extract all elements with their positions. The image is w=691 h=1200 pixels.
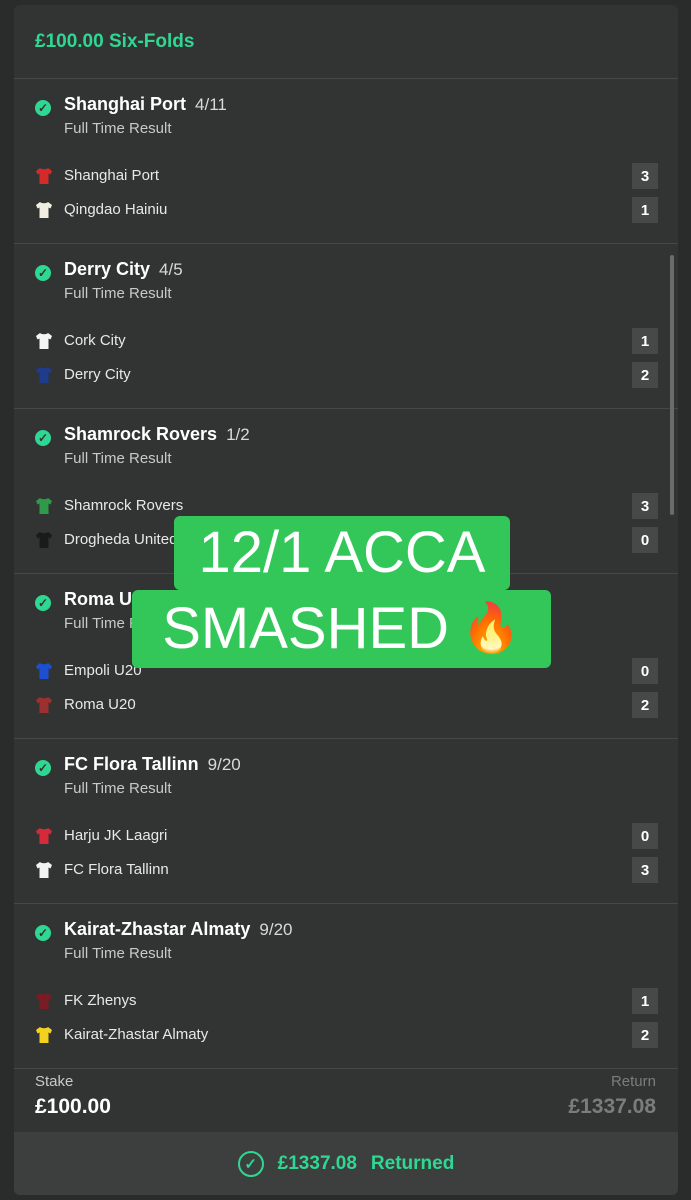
overlay-text-1: 12/1 ACCA — [198, 520, 486, 585]
team-score: 0 — [632, 527, 658, 553]
selection-odds: 9/20 — [259, 920, 293, 939]
team-name: Derry City — [64, 366, 131, 383]
team-score: 3 — [632, 493, 658, 519]
selection-name: FC Flora Tallinn 9/20 — [64, 754, 241, 775]
team-score: 2 — [632, 692, 658, 718]
team-name: Shamrock Rovers — [64, 497, 184, 514]
selection-odds: 1/2 — [226, 425, 250, 444]
team-name: Drogheda United — [64, 531, 178, 548]
bet-header[interactable]: £100.00 Six-Folds — [14, 5, 678, 79]
selection-market: Full Time Result — [64, 780, 172, 797]
selection[interactable]: ✓ Shanghai Port 4/11 Full Time Result Sha… — [14, 79, 678, 244]
team-shirt-icon — [36, 663, 52, 679]
returned-label: Returned — [370, 1152, 455, 1174]
team-name: Harju JK Laagri — [64, 827, 168, 844]
team-shirt-icon — [36, 498, 52, 514]
selection-market: Full Time Result — [64, 120, 172, 137]
team-name: FC Flora Tallinn — [64, 861, 169, 878]
selection-pick: Shanghai Port — [64, 94, 187, 114]
selection-name: Kairat-Zhastar Almaty 9/20 — [64, 919, 292, 940]
check-icon: ✓ — [35, 760, 51, 776]
stake-value: £100.00 — [35, 1095, 111, 1118]
check-icon: ✓ — [35, 925, 51, 941]
selection-market: Full Time Result — [64, 285, 172, 302]
team-name: Roma U20 — [64, 696, 136, 713]
team-shirt-icon — [36, 168, 52, 184]
team-row: Shanghai Port 3 — [34, 163, 658, 189]
check-icon: ✓ — [35, 100, 51, 116]
selection-name: Derry City 4/5 — [64, 259, 183, 280]
team-shirt-icon — [36, 862, 52, 878]
selection-pick: Kairat-Zhastar Almaty — [64, 919, 251, 939]
team-shirt-icon — [36, 202, 52, 218]
team-name: Cork City — [64, 332, 126, 349]
team-score: 3 — [632, 857, 658, 883]
selection-pick: Derry City — [64, 259, 151, 279]
team-shirt-icon — [36, 828, 52, 844]
team-shirt-icon — [36, 993, 52, 1009]
return-label: Return — [610, 1073, 656, 1090]
selection[interactable]: ✓ FC Flora Tallinn 9/20 Full Time Result … — [14, 739, 678, 904]
team-score: 1 — [632, 197, 658, 223]
team-row: Derry City 2 — [34, 362, 658, 388]
check-circle-icon: ✓ — [237, 1150, 264, 1177]
stake-label: Stake — [35, 1073, 74, 1090]
team-shirt-icon — [36, 1027, 52, 1043]
returned-status-bar: ✓ £1337.08 Returned — [14, 1132, 678, 1195]
stake-return-summary: Stake £100.00 Return £1337.08 — [14, 1068, 678, 1128]
team-row: FK Zhenys 1 — [34, 988, 658, 1014]
check-icon: ✓ — [35, 430, 51, 446]
team-row: Cork City 1 — [34, 328, 658, 354]
check-icon: ✓ — [35, 595, 51, 611]
returned-amount: £1337.08 — [277, 1152, 357, 1174]
team-row: Qingdao Hainiu 1 — [34, 197, 658, 223]
team-score: 3 — [632, 163, 658, 189]
selection-pick: FC Flora Tallinn — [64, 754, 199, 774]
selection[interactable]: ✓ Derry City 4/5 Full Time Result Cork Ci… — [14, 244, 678, 409]
team-name: Kairat-Zhastar Almaty — [64, 1026, 209, 1043]
overlay-caption-line1: 12/1 ACCA — [174, 516, 510, 590]
team-score: 2 — [632, 1022, 658, 1048]
overlay-text-2: SMASHED — [162, 596, 450, 661]
team-row: Roma U20 2 — [34, 692, 658, 718]
selection-odds: 4/5 — [159, 260, 183, 279]
team-score: 1 — [632, 328, 658, 354]
check-icon: ✓ — [35, 265, 51, 281]
fire-icon: 🔥 — [461, 602, 521, 655]
selection-odds: 4/11 — [195, 95, 227, 114]
team-name: Qingdao Hainiu — [64, 201, 168, 218]
team-shirt-icon — [36, 532, 52, 548]
team-row: Kairat-Zhastar Almaty 2 — [34, 1022, 658, 1048]
selection-odds: 9/20 — [207, 755, 241, 774]
bet-title: £100.00 Six-Folds — [35, 30, 195, 52]
team-score: 1 — [632, 988, 658, 1014]
selection-name: Shamrock Rovers 1/2 — [64, 424, 250, 445]
team-name: FK Zhenys — [64, 992, 137, 1009]
selection-name: Shanghai Port 4/11 — [64, 94, 227, 115]
team-score: 2 — [632, 362, 658, 388]
team-score: 0 — [632, 658, 658, 684]
team-shirt-icon — [36, 697, 52, 713]
team-row: FC Flora Tallinn 3 — [34, 857, 658, 883]
team-shirt-icon — [36, 367, 52, 383]
selection-market: Full Time Result — [64, 450, 172, 467]
team-name: Shanghai Port — [64, 167, 160, 184]
team-row: Harju JK Laagri 0 — [34, 823, 658, 849]
selection-market: Full Time Result — [64, 945, 172, 962]
selection-pick: Shamrock Rovers — [64, 424, 218, 444]
team-score: 0 — [632, 823, 658, 849]
overlay-caption-line2: SMASHED 🔥 — [132, 590, 551, 668]
team-name: Empoli U20 — [64, 662, 142, 679]
selection[interactable]: ✓ Kairat-Zhastar Almaty 9/20 Full Time Re… — [14, 904, 678, 1069]
scrollbar[interactable] — [670, 255, 674, 515]
team-shirt-icon — [36, 333, 52, 349]
return-value: £1337.08 — [568, 1095, 656, 1118]
